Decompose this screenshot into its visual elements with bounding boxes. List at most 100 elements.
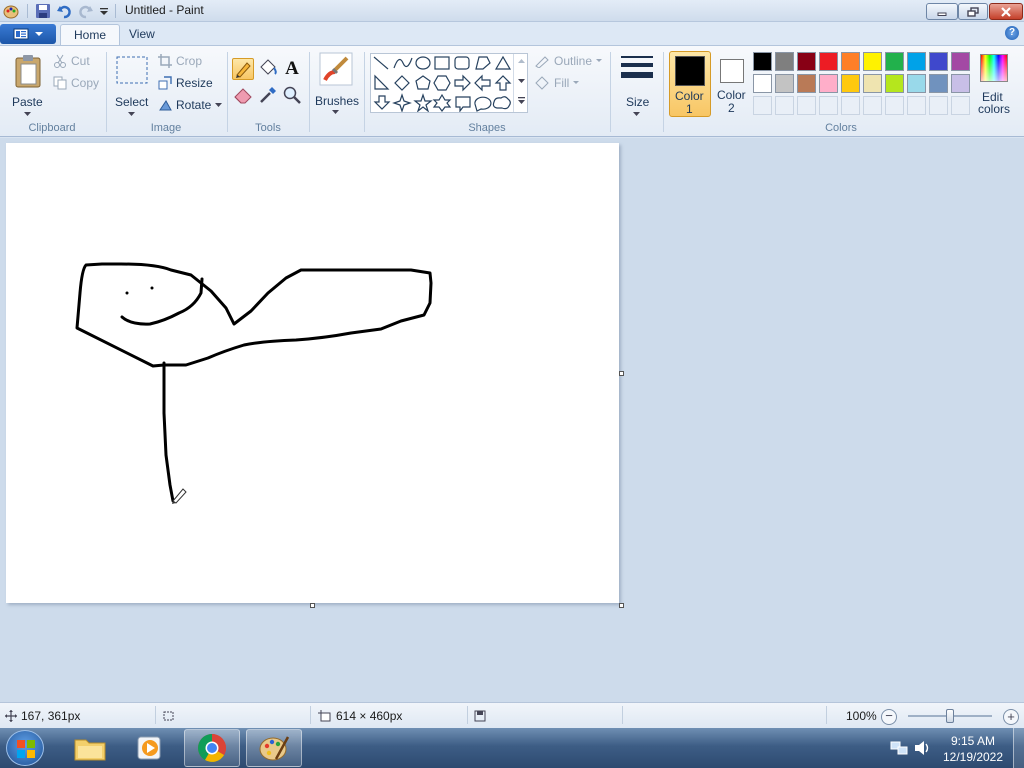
redo-icon[interactable] xyxy=(78,3,94,19)
resize-handle-bottom[interactable] xyxy=(310,603,315,608)
zoom-in-button[interactable]: + xyxy=(1003,709,1019,725)
rounded-callout-shape-icon[interactable] xyxy=(455,96,471,112)
cut-button[interactable]: Cut xyxy=(53,54,90,68)
palette-swatch[interactable] xyxy=(951,74,970,93)
save-icon[interactable] xyxy=(35,3,51,19)
brushes-button[interactable]: Brushes xyxy=(313,50,359,120)
five-point-star-shape-icon[interactable] xyxy=(413,93,433,112)
down-arrow-shape-icon[interactable] xyxy=(373,95,391,110)
palette-swatch[interactable] xyxy=(753,52,772,71)
customize-quick-access-chevron-icon[interactable] xyxy=(98,3,114,19)
show-desktop-button[interactable] xyxy=(1013,728,1024,768)
resize-handle-right[interactable] xyxy=(619,371,624,376)
network-icon[interactable] xyxy=(890,740,908,756)
drawing-canvas[interactable] xyxy=(6,143,619,603)
palette-swatch[interactable] xyxy=(863,74,882,93)
tab-home[interactable]: Home xyxy=(60,24,121,46)
size-button[interactable]: Size xyxy=(616,52,656,122)
palette-swatch[interactable] xyxy=(841,74,860,93)
palette-swatch[interactable] xyxy=(929,74,948,93)
up-arrow-shape-icon[interactable] xyxy=(494,75,512,91)
restore-button[interactable] xyxy=(958,3,988,20)
text-tool-button[interactable]: A xyxy=(281,58,303,80)
help-icon[interactable]: ? xyxy=(1005,26,1019,40)
eraser-tool-button[interactable] xyxy=(232,84,254,106)
zoom-out-button[interactable]: − xyxy=(881,709,897,725)
custom-color-slot[interactable] xyxy=(907,96,926,115)
crop-button[interactable]: Crop xyxy=(158,54,202,68)
color1-button[interactable]: Color 1 xyxy=(669,51,711,117)
custom-color-slot[interactable] xyxy=(929,96,948,115)
start-button[interactable] xyxy=(6,730,44,766)
outline-button[interactable]: Outline xyxy=(534,54,603,68)
resize-handle-corner[interactable] xyxy=(619,603,624,608)
resize-button[interactable]: Resize xyxy=(158,76,213,90)
select-button[interactable]: Select xyxy=(112,52,152,122)
zoom-slider[interactable] xyxy=(908,709,992,723)
custom-color-slot[interactable] xyxy=(797,96,816,115)
palette-swatch[interactable] xyxy=(885,52,904,71)
custom-color-slot[interactable] xyxy=(775,96,794,115)
zoom-slider-thumb[interactable] xyxy=(946,709,954,723)
four-point-star-shape-icon[interactable] xyxy=(392,93,412,112)
custom-color-slot[interactable] xyxy=(841,96,860,115)
oval-callout-shape-icon[interactable] xyxy=(474,96,492,112)
custom-color-slot[interactable] xyxy=(885,96,904,115)
palette-swatch[interactable] xyxy=(797,52,816,71)
palette-swatch[interactable] xyxy=(929,52,948,71)
tab-view[interactable]: View xyxy=(116,24,168,46)
rectangle-shape-icon[interactable] xyxy=(434,56,450,70)
copy-button[interactable]: Copy xyxy=(53,76,99,90)
taskbar-paint[interactable] xyxy=(246,729,302,767)
custom-color-slot[interactable] xyxy=(863,96,882,115)
taskbar-media-player[interactable] xyxy=(122,729,178,767)
palette-swatch[interactable] xyxy=(863,52,882,71)
hexagon-shape-icon[interactable] xyxy=(433,75,451,91)
palette-swatch[interactable] xyxy=(819,52,838,71)
shapes-scroll[interactable] xyxy=(513,54,528,112)
pentagon-shape-icon[interactable] xyxy=(415,75,431,90)
palette-swatch[interactable] xyxy=(907,74,926,93)
close-button[interactable] xyxy=(989,3,1023,20)
triangle-shape-icon[interactable] xyxy=(494,55,512,70)
palette-swatch[interactable] xyxy=(841,52,860,71)
palette-swatch[interactable] xyxy=(885,74,904,93)
taskbar-chrome[interactable] xyxy=(184,729,240,767)
right-triangle-shape-icon[interactable] xyxy=(374,74,390,90)
custom-color-slot[interactable] xyxy=(753,96,772,115)
right-arrow-shape-icon[interactable] xyxy=(454,74,471,92)
diamond-shape-icon[interactable] xyxy=(394,75,410,91)
shapes-gallery[interactable] xyxy=(370,53,528,113)
line-shape-icon[interactable] xyxy=(373,56,389,70)
color2-button[interactable]: Color 2 xyxy=(714,51,750,117)
custom-color-slot[interactable] xyxy=(951,96,970,115)
undo-icon[interactable] xyxy=(56,3,72,19)
cloud-callout-shape-icon[interactable] xyxy=(492,96,511,110)
palette-swatch[interactable] xyxy=(753,74,772,93)
palette-swatch[interactable] xyxy=(951,52,970,71)
polygon-shape-icon[interactable] xyxy=(475,56,491,70)
palette-swatch[interactable] xyxy=(797,74,816,93)
oval-shape-icon[interactable] xyxy=(415,56,431,70)
rotate-button[interactable]: Rotate xyxy=(158,98,223,112)
edit-colors-button[interactable]: Edit colors xyxy=(976,52,1012,118)
pencil-tool-button[interactable] xyxy=(232,58,254,80)
palette-swatch[interactable] xyxy=(819,74,838,93)
palette-swatch[interactable] xyxy=(907,52,926,71)
custom-color-slot[interactable] xyxy=(819,96,838,115)
taskbar-explorer[interactable] xyxy=(62,729,118,767)
curve-shape-icon[interactable] xyxy=(393,57,413,69)
color-picker-tool-button[interactable] xyxy=(257,84,279,106)
palette-swatch[interactable] xyxy=(775,74,794,93)
minimize-button[interactable] xyxy=(926,3,958,20)
palette-swatch[interactable] xyxy=(775,52,794,71)
volume-icon[interactable] xyxy=(913,740,931,756)
paint-app-icon[interactable] xyxy=(3,3,19,19)
magnifier-tool-button[interactable] xyxy=(281,84,303,106)
six-point-star-shape-icon[interactable] xyxy=(432,93,452,112)
paint-menu-button[interactable] xyxy=(0,24,56,44)
fill-button[interactable]: Fill xyxy=(534,76,580,90)
paste-button[interactable]: Paste xyxy=(8,52,48,122)
fill-tool-button[interactable] xyxy=(257,58,279,80)
left-arrow-shape-icon[interactable] xyxy=(474,74,491,92)
